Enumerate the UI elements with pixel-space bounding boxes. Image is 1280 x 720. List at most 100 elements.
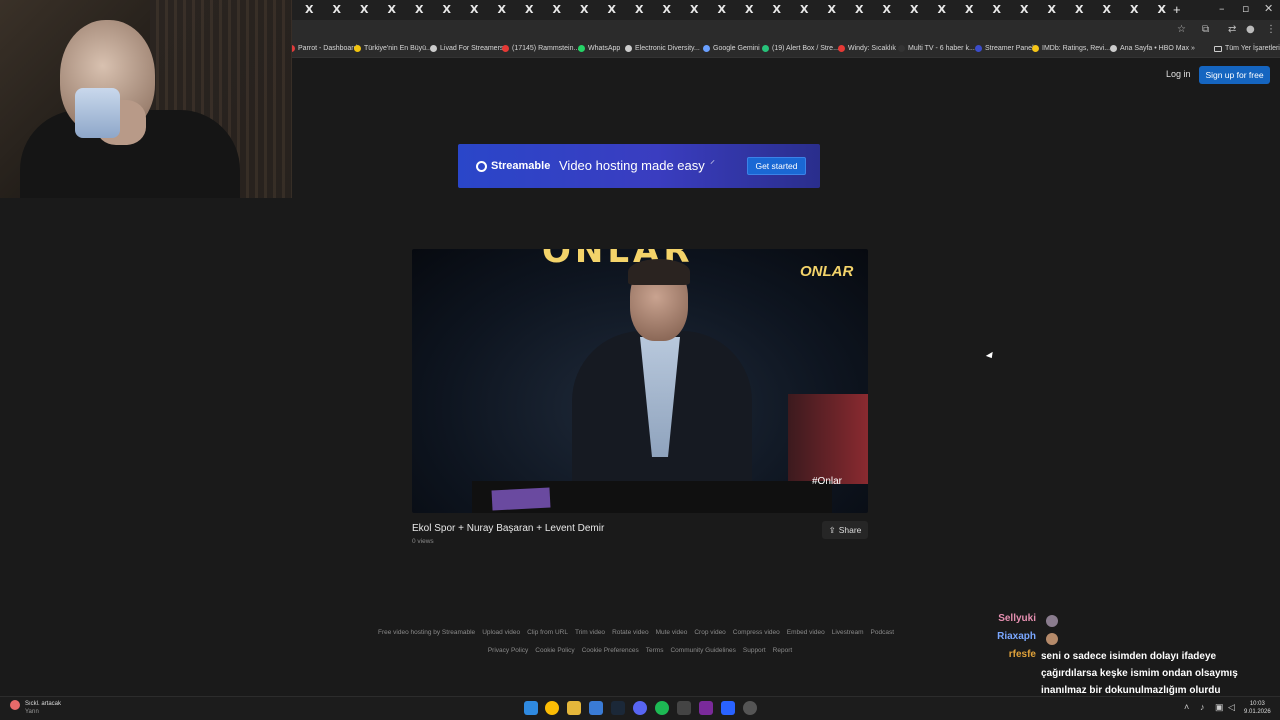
tab-close-icon[interactable]: X — [415, 3, 423, 16]
spotify-icon[interactable] — [655, 701, 669, 715]
maximize-button[interactable]: ▫ — [1242, 2, 1249, 15]
app-icon[interactable] — [589, 701, 603, 715]
tab-close-icon[interactable]: X — [745, 3, 753, 16]
new-tab-button[interactable]: + — [1173, 2, 1181, 17]
mic-icon[interactable]: ♪ — [1200, 702, 1205, 712]
bookmark-item[interactable]: (17145) Rammstein... — [502, 45, 579, 52]
login-link[interactable]: Log in — [1166, 69, 1191, 79]
bookmark-item[interactable]: Türkiye'nin En Büyü... — [354, 45, 432, 52]
kick-icon[interactable] — [699, 701, 713, 715]
tab-close-icon[interactable]: X — [663, 3, 671, 16]
tab-close-icon[interactable]: X — [965, 3, 973, 16]
bookmark-star-icon[interactable]: ☆ — [1177, 24, 1186, 35]
tab-close-icon[interactable]: X — [690, 3, 698, 16]
footer-link[interactable]: Upload video — [482, 629, 520, 636]
extensions-icon[interactable]: ⧉ — [1202, 24, 1209, 35]
bookmark-item[interactable]: Streamer Panel — [975, 45, 1034, 52]
bookmark-item[interactable]: Google Gemini — [703, 45, 760, 52]
profile-icon[interactable]: ● — [1246, 24, 1255, 35]
tab-close-icon[interactable]: X — [525, 3, 533, 16]
tab-close-icon[interactable]: X — [1020, 3, 1028, 16]
volume-icon[interactable]: ◁ — [1228, 702, 1235, 713]
tab-close-icon[interactable]: X — [993, 3, 1001, 16]
tab-close-icon[interactable]: X — [470, 3, 478, 16]
chat-username[interactable]: Sellyuki — [998, 613, 1036, 624]
tab-close-icon[interactable]: X — [938, 3, 946, 16]
tab-close-icon[interactable]: X — [718, 3, 726, 16]
tab-close-icon[interactable]: X — [305, 3, 313, 16]
tab-close-icon[interactable]: X — [608, 3, 616, 16]
signup-button[interactable]: Sign up for free — [1199, 66, 1270, 84]
footer-link[interactable]: Livestream — [832, 629, 864, 636]
footer-link[interactable]: Clip from URL — [527, 629, 568, 636]
bookmark-item[interactable]: IMDb: Ratings, Revi... — [1032, 45, 1110, 52]
all-bookmarks-button[interactable]: Tüm Yer İşaretleri — [1214, 45, 1280, 52]
cast-icon[interactable]: ⇄ — [1228, 24, 1236, 35]
tab-close-icon[interactable]: X — [360, 3, 368, 16]
weather-widget[interactable]: Sıckl. artacak Yarın — [25, 700, 61, 716]
tab-close-icon[interactable]: X — [1158, 3, 1166, 16]
footer-link[interactable]: Mute video — [656, 629, 688, 636]
tab-close-icon[interactable]: X — [1103, 3, 1111, 16]
footer-link[interactable]: Terms — [646, 647, 664, 654]
steam-icon[interactable] — [611, 701, 625, 715]
footer-link[interactable]: Rotate video — [612, 629, 649, 636]
bookmark-item[interactable]: Electronic Diversity... — [625, 45, 700, 52]
chat-username[interactable]: rfesfe — [1009, 649, 1036, 660]
video-player[interactable]: ONLAR — [412, 249, 868, 513]
bookmark-item[interactable]: Parrot - Dashboard — [288, 45, 358, 52]
get-started-button[interactable]: Get started — [747, 157, 806, 175]
footer-link[interactable]: Embed video — [787, 629, 825, 636]
bookmark-item[interactable]: WhatsApp — [578, 45, 620, 52]
clock[interactable]: 10:03 9.01.2026 — [1244, 700, 1271, 716]
footer-link[interactable]: Free video hosting by Streamable — [378, 629, 475, 636]
share-button[interactable]: ⇪ Share — [822, 521, 868, 539]
minimize-button[interactable]: – — [1219, 2, 1225, 15]
network-icon[interactable]: ▣ — [1215, 702, 1224, 713]
calculator-icon[interactable] — [677, 701, 691, 715]
bookmark-item[interactable]: Livad For Streamers — [430, 45, 503, 52]
footer-link[interactable]: Community Guidelines — [670, 647, 735, 654]
footer-link[interactable]: Crop video — [694, 629, 725, 636]
tab-close-icon[interactable]: X — [580, 3, 588, 16]
url-input[interactable] — [292, 23, 1192, 39]
discord-icon[interactable] — [633, 701, 647, 715]
chat-username[interactable]: Riaxaph — [997, 631, 1036, 642]
tab-close-icon[interactable]: X — [1130, 3, 1138, 16]
tab-close-icon[interactable]: X — [855, 3, 863, 16]
bookmark-item[interactable]: Ana Sayfa • HBO Max — [1110, 45, 1189, 52]
tab-close-icon[interactable]: X — [773, 3, 781, 16]
footer-link[interactable]: Trim video — [575, 629, 605, 636]
menu-kebab-icon[interactable]: ⋮ — [1266, 24, 1276, 35]
tab-close-icon[interactable]: X — [910, 3, 918, 16]
footer-link[interactable]: Compress video — [733, 629, 780, 636]
footer-link[interactable]: Cookie Policy — [535, 647, 574, 654]
tab-close-icon[interactable]: X — [498, 3, 506, 16]
bookmark-item[interactable]: Multi TV - 6 haber k... — [898, 45, 975, 52]
stream-app-icon[interactable] — [721, 701, 735, 715]
tab-close-icon[interactable]: X — [828, 3, 836, 16]
bookmark-item[interactable]: (19) Alert Box / Stre... — [762, 45, 839, 52]
tab-close-icon[interactable]: X — [1048, 3, 1056, 16]
obs-icon[interactable] — [743, 701, 757, 715]
bookmarks-overflow-button[interactable]: » — [1191, 45, 1195, 52]
file-explorer-icon[interactable] — [567, 701, 581, 715]
footer-link[interactable]: Podcast — [871, 629, 895, 636]
tab-close-icon[interactable]: X — [388, 3, 396, 16]
bookmark-item[interactable]: Windy: Sıcaklık — [838, 45, 896, 52]
footer-link[interactable]: Cookie Preferences — [582, 647, 639, 654]
tab-close-icon[interactable]: X — [553, 3, 561, 16]
footer-link[interactable]: Privacy Policy — [488, 647, 528, 654]
chrome-icon[interactable] — [545, 701, 559, 715]
footer-link[interactable]: Support — [743, 647, 766, 654]
tab-close-icon[interactable]: X — [883, 3, 891, 16]
tab-close-icon[interactable]: X — [443, 3, 451, 16]
tab-close-icon[interactable]: X — [1075, 3, 1083, 16]
tab-close-icon[interactable]: X — [800, 3, 808, 16]
tab-close-icon[interactable]: X — [333, 3, 341, 16]
close-window-button[interactable]: ✕ — [1264, 2, 1273, 15]
footer-link[interactable]: Report — [773, 647, 793, 654]
tray-chevron-icon[interactable]: ˄ — [1184, 702, 1189, 712]
tab-close-icon[interactable]: X — [635, 3, 643, 16]
start-icon[interactable] — [524, 701, 538, 715]
